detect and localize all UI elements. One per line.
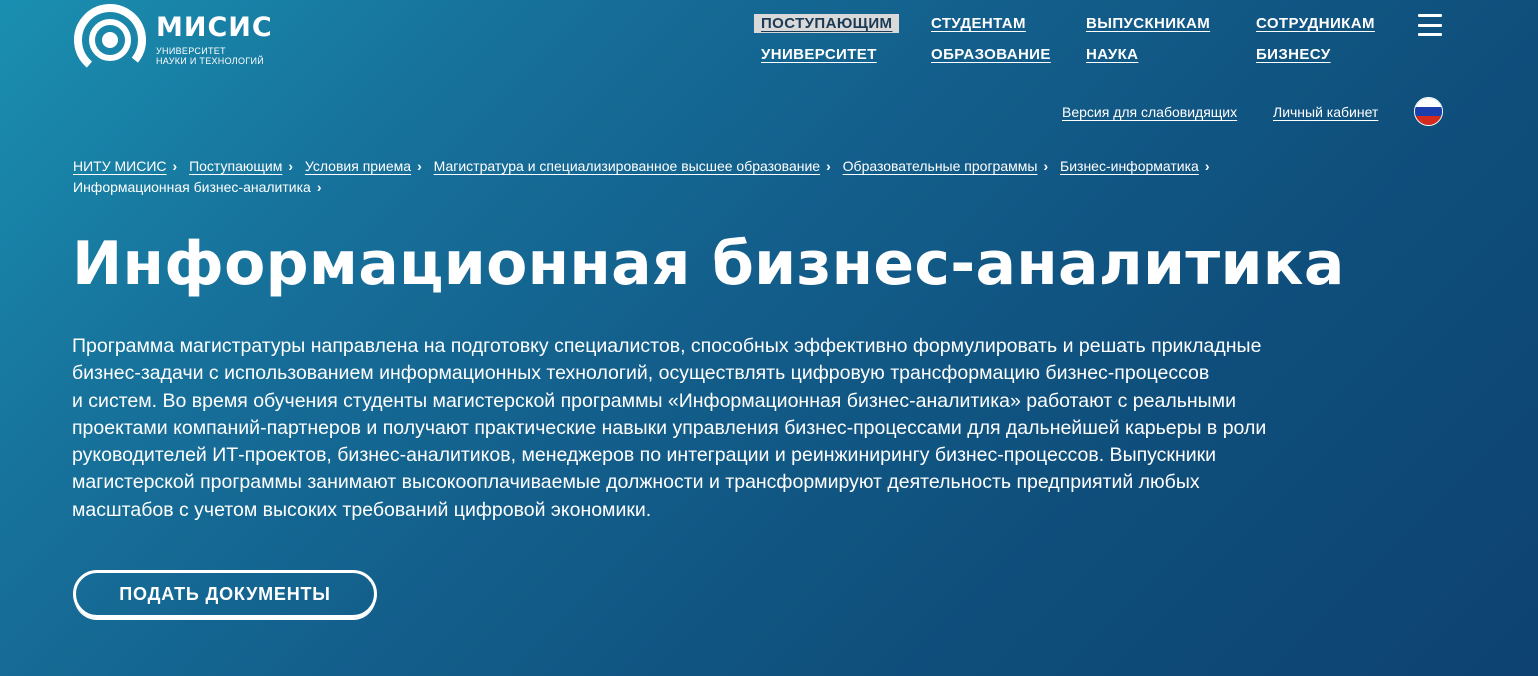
breadcrumb-item: Образовательные программы › [843,158,1056,174]
breadcrumb-item: Поступающим › [189,158,301,174]
nav-item-applicants[interactable]: ПОСТУПАЮЩИМ [754,14,900,33]
breadcrumb-item: Бизнес-информатика › [1060,158,1217,174]
description-line: руководителей ИТ-проектов, бизнес-аналит… [72,444,1217,467]
nav-item-staff[interactable]: СОТРУДНИКАМ [1249,14,1382,33]
description-line: Программа магистратуры направлена на под… [72,335,1262,357]
burger-line [1418,14,1442,17]
breadcrumb-item: Условия приема › [305,158,430,174]
burger-line [1418,33,1442,36]
breadcrumb-link-programs[interactable]: Образовательные программы [843,158,1038,174]
breadcrumb-item: Информационная бизнес-аналитика › [73,179,330,195]
logo-wordmark: МИСИС УНИВЕРСИТЕТ НАУКИ И ТЕХНОЛОГИЙ [156,12,273,67]
breadcrumb-current: Информационная бизнес-аналитика [73,179,311,195]
description-line: масштабов с учетом высоких требований ци… [72,498,652,521]
accessibility-version-link[interactable]: Версия для слабовидящих [1062,104,1237,120]
description-line: магистерской программы занимают высокооп… [72,471,1200,494]
nav-item-science[interactable]: НАУКА [1079,45,1145,64]
misis-logo-icon [74,4,146,76]
description-line: проектами компаний-партнеров и получают … [72,416,1267,439]
nav-item-students[interactable]: СТУДЕНТАМ [924,14,1033,33]
description-line: и систем. Во время обучения студенты маг… [72,389,1236,412]
personal-cabinet-link[interactable]: Личный кабинет [1273,104,1378,120]
program-description: Программа магистратуры направлена на под… [72,333,1442,524]
breadcrumb-item: Магистратура и специализированное высшее… [434,158,839,174]
breadcrumb-link-applicants[interactable]: Поступающим [189,158,282,174]
main-nav: ПОСТУПАЮЩИМ СТУДЕНТАМ ВЫПУСКНИКАМ СОТРУД… [754,14,1419,64]
chevron-right-icon: › [288,158,293,174]
chevron-right-icon: › [316,179,322,195]
chevron-right-icon: › [172,158,178,174]
russian-flag-icon[interactable] [1414,97,1443,126]
page-title: Информационная бизнес-аналитика [72,229,1345,299]
nav-item-education[interactable]: ОБРАЗОВАНИЕ [924,45,1058,64]
nav-item-business[interactable]: БИЗНЕСУ [1249,45,1338,64]
logo-name: МИСИС [156,12,273,43]
breadcrumb-link-masters[interactable]: Магистратура и специализированное высшее… [434,158,820,174]
chevron-right-icon: › [417,158,422,174]
logo-subtitle-line1: УНИВЕРСИТЕТ [156,46,226,56]
chevron-right-icon: › [1204,158,1210,174]
burger-line [1418,23,1442,27]
chevron-right-icon: › [1043,158,1049,174]
chevron-right-icon: › [826,158,831,174]
flag-stripe-white [1415,98,1442,107]
breadcrumb: НИТУ МИСИС › Поступающим › Условия приема ›… [73,156,1373,198]
logo-subtitle-line2: НАУКИ И ТЕХНОЛОГИЙ [156,56,265,66]
breadcrumb-item: НИТУ МИСИС › [73,158,185,174]
breadcrumb-link-business-informatics[interactable]: Бизнес-информатика [1060,158,1199,174]
hamburger-menu-icon[interactable] [1418,14,1442,36]
submit-documents-button[interactable]: ПОДАТЬ ДОКУМЕНТЫ [73,570,377,618]
breadcrumb-link-admission[interactable]: Условия приема [305,158,411,174]
nav-item-graduates[interactable]: ВЫПУСКНИКАМ [1079,14,1217,33]
nav-item-university[interactable]: УНИВЕРСИТЕТ [754,45,884,64]
flag-stripe-blue [1415,107,1442,116]
flag-stripe-red [1415,116,1442,125]
university-logo[interactable]: МИСИС УНИВЕРСИТЕТ НАУКИ И ТЕХНОЛОГИЙ [72,2,273,78]
hero-section: МИСИС УНИВЕРСИТЕТ НАУКИ И ТЕХНОЛОГИЙ ПОС… [0,0,1538,676]
description-line: бизнес-задачи с использованием информаци… [72,362,1210,385]
breadcrumb-link-home[interactable]: НИТУ МИСИС [73,158,167,174]
